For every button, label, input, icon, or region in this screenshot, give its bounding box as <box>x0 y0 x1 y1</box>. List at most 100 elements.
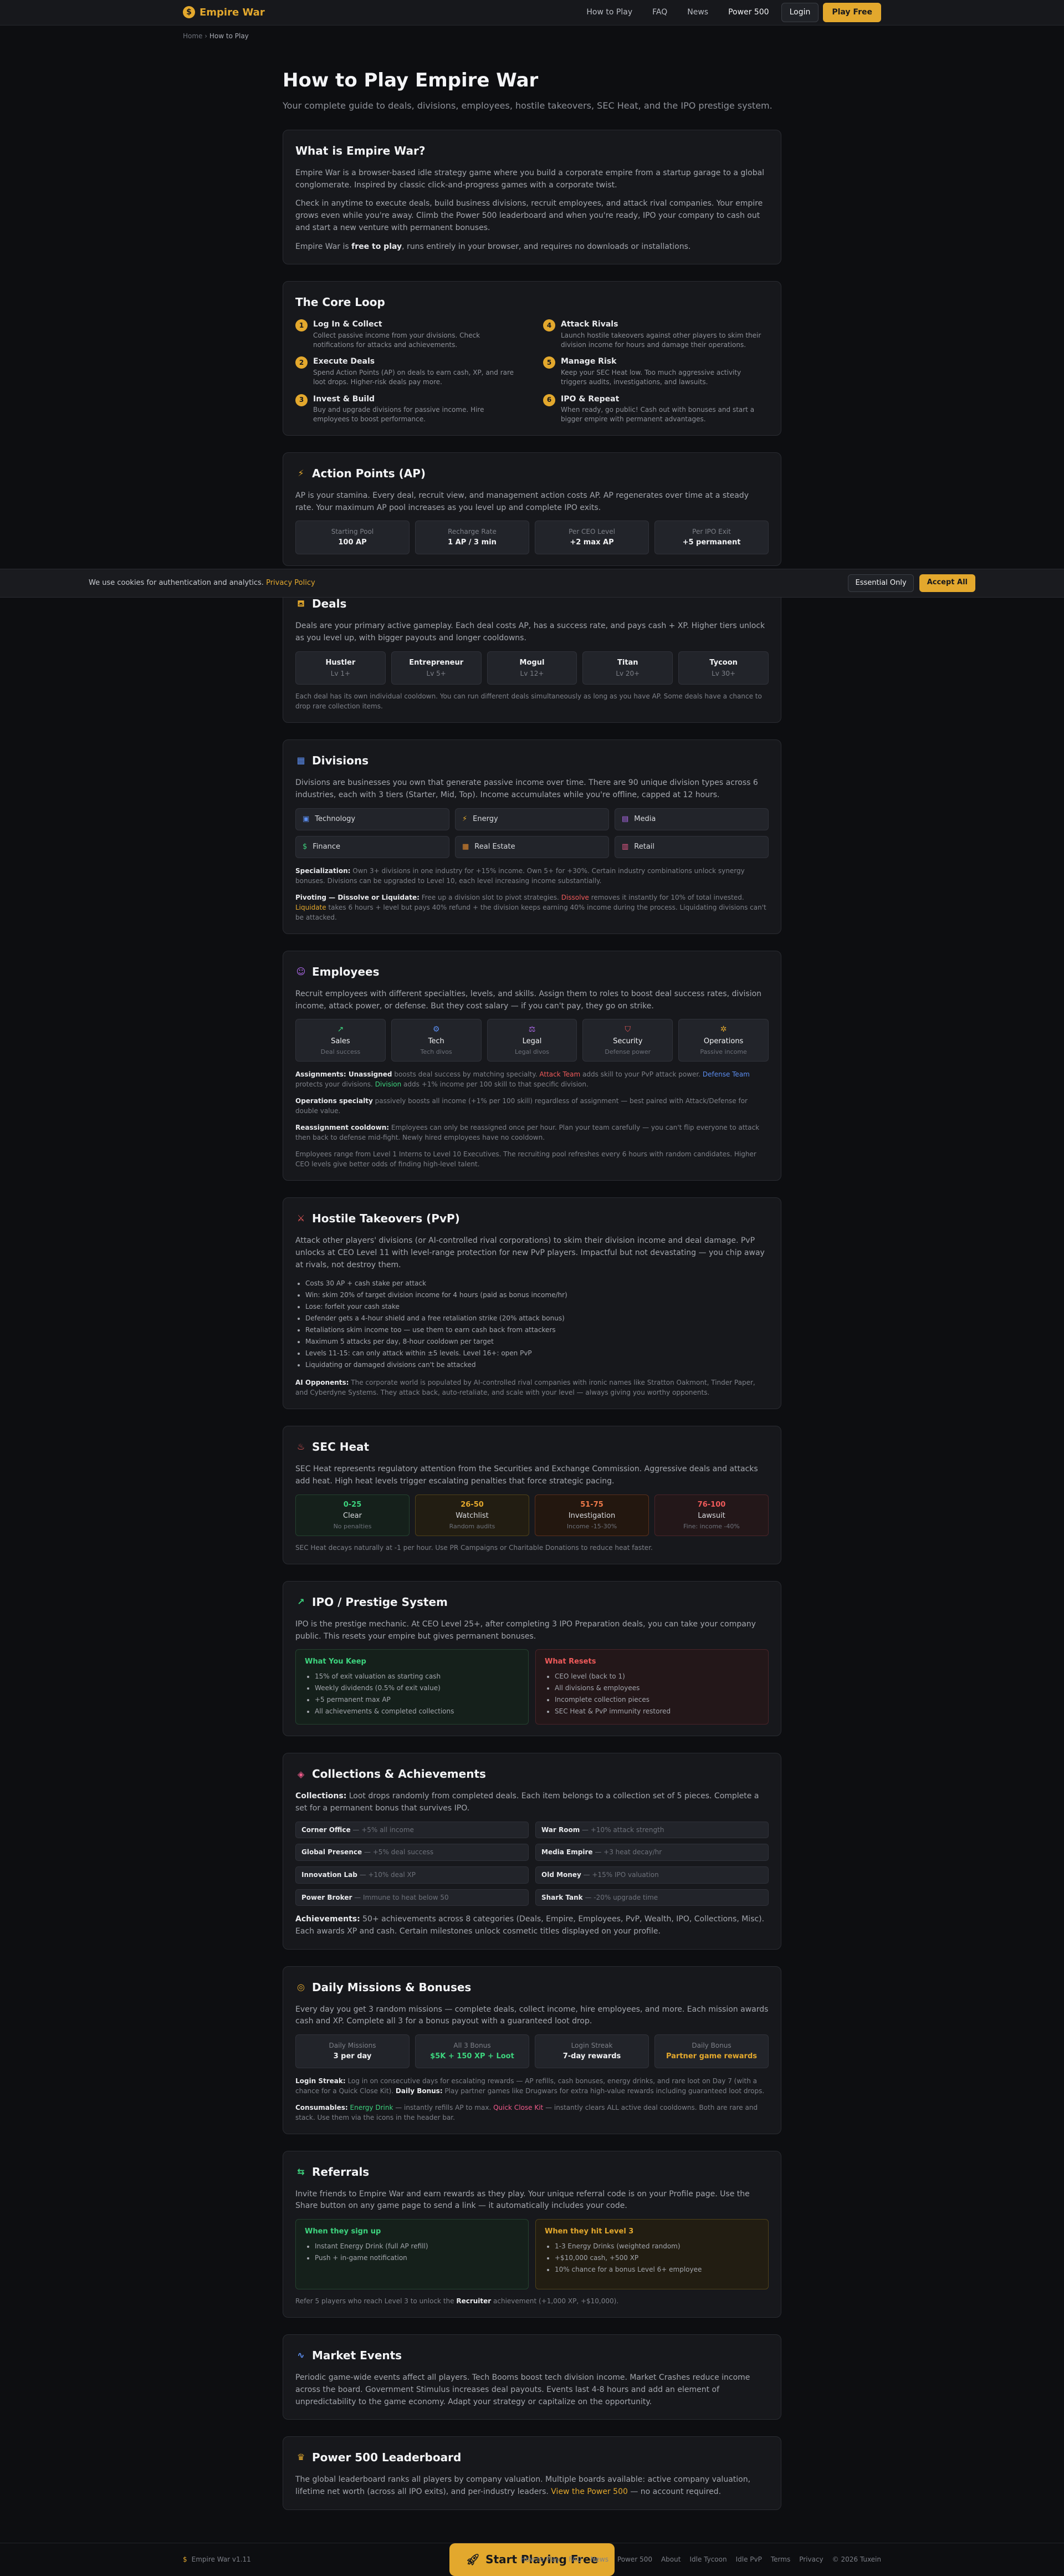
step-number: 6 <box>543 394 555 406</box>
reset-list: CEO level (back to 1) All divisions & em… <box>545 1671 759 1717</box>
quick-close-kit-text: Quick Close Kit <box>493 2103 544 2111</box>
step-number: 2 <box>295 356 308 369</box>
footer-link-terms[interactable]: Terms <box>771 2554 790 2565</box>
essential-only-button[interactable]: Essential Only <box>848 574 914 593</box>
heat-level-watchlist: 26-50 Watchlist Random audits <box>415 1494 529 1536</box>
text: Empire War is <box>295 242 352 251</box>
nav-link-power-500[interactable]: Power 500 <box>720 3 777 22</box>
role-desc: Tech divos <box>420 1048 452 1056</box>
text: removes it instantly for 10% of total in… <box>589 893 744 901</box>
footer-link-idle-tycoon[interactable]: Idle Tycoon <box>689 2554 727 2565</box>
login-button[interactable]: Login <box>781 2 819 23</box>
market-events-heading: ∿ Market Events <box>295 2347 769 2364</box>
breadcrumb-home[interactable]: Home <box>183 32 202 40</box>
nav-link-faq[interactable]: FAQ <box>644 3 675 22</box>
collections-card: ◈ Collections & Achievements Collections:… <box>283 1753 781 1950</box>
heat-name: Clear <box>343 1511 362 1520</box>
sec-heat-heading: ♨ SEC Heat <box>295 1439 769 1456</box>
industry-media: ▤ Media <box>615 808 769 830</box>
stat-value: 7-day rewards <box>562 2052 621 2060</box>
stat-value: Partner game rewards <box>666 2052 758 2060</box>
set-name: Media Empire <box>541 1848 593 1856</box>
stat-value: 100 AP <box>338 538 367 547</box>
stat-label: All 3 Bonus <box>453 2041 491 2049</box>
heat-effect: No penalties <box>333 1522 372 1530</box>
stat-box: Daily Missions 3 per day <box>295 2034 410 2068</box>
stat-value: +2 max AP <box>570 538 614 547</box>
what-is-p2: Check in anytime to execute deals, build… <box>295 199 763 232</box>
stat-label: Per IPO Exit <box>692 528 731 536</box>
ipo-heading: ↗ IPO / Prestige System <box>295 1594 769 1611</box>
heat-range: 51-75 <box>580 1500 603 1509</box>
tier-level: Lv 30+ <box>712 669 736 677</box>
role-sales: ↗ Sales Deal success <box>295 1019 386 1062</box>
liquidate-text: Liquidate <box>295 903 326 911</box>
footer-link-idle-pvp[interactable]: Idle PvP <box>736 2554 762 2565</box>
footer-link-faq[interactable]: FAQ <box>569 2554 581 2565</box>
collection-set: Media Empire — +3 heat decay/hr <box>535 1844 769 1861</box>
action-points-card: ⚡ Action Points (AP) AP is your stamina. … <box>283 452 781 567</box>
set-name: Power Broker <box>301 1893 352 1901</box>
list-item: Win: skim 20% of target division income … <box>305 1289 769 1301</box>
tier-name: Entrepreneur <box>409 658 464 667</box>
list-item: Defender gets a 4-hour shield and a free… <box>305 1313 769 1324</box>
stat-label: Per CEO Level <box>569 528 615 536</box>
stat-box: Starting Pool 100 AP <box>295 521 410 555</box>
step-number: 1 <box>295 319 308 332</box>
streak-note: Login Streak: Log in on consecutive days… <box>295 2076 769 2096</box>
divisions-card: ▦ Divisions Divisions are businesses you … <box>283 739 781 934</box>
ipo-columns: What You Keep 15% of exit valuation as s… <box>295 1649 769 1725</box>
footer: $ Empire War v1.11 How to Play FAQ News P… <box>0 2542 1064 2576</box>
text: The corporate world is populated by AI-c… <box>295 1379 755 1397</box>
heading-text: Collections & Achievements <box>312 1767 486 1781</box>
signup-rewards-box: When they sign up Instant Energy Drink (… <box>295 2219 529 2290</box>
referrals-desc: Invite friends to Empire War and earn re… <box>295 2189 750 2211</box>
footer-links: How to Play FAQ News Power 500 About Idl… <box>520 2554 881 2565</box>
accept-all-button[interactable]: Accept All <box>919 574 975 593</box>
swords-icon: ⚔ <box>296 1213 305 1224</box>
play-free-button[interactable]: Play Free <box>823 2 881 23</box>
heat-name: Lawsuit <box>698 1511 725 1520</box>
ai-opponents-note: AI Opponents: The corporate world is pop… <box>295 1378 769 1397</box>
view-power-500-link[interactable]: View the Power 500 <box>551 2487 628 2496</box>
list-item: SEC Heat & PvP immunity restored <box>555 1706 759 1717</box>
ap-stats: Starting Pool 100 AP Recharge Rate 1 AP / … <box>295 521 769 555</box>
role-desc: Legal divos <box>514 1048 549 1056</box>
loop-item-title: Attack Rivals <box>561 320 618 329</box>
role-security: ⛉ Security Defense power <box>582 1019 673 1062</box>
heat-effect: Fine: income -40% <box>683 1522 740 1530</box>
privacy-policy-link[interactable]: Privacy Policy <box>266 579 315 587</box>
list-item: CEO level (back to 1) <box>555 1671 759 1682</box>
tier-level: Lv 5+ <box>426 669 446 677</box>
employees-heading: ☺ Employees <box>295 963 769 981</box>
sec-heat-desc: SEC Heat represents regulatory attention… <box>295 1465 758 1486</box>
nav-link-news[interactable]: News <box>679 3 716 22</box>
footer-link-power-500[interactable]: Power 500 <box>617 2554 652 2565</box>
step-number: 4 <box>543 319 555 332</box>
footer-link-news[interactable]: News <box>591 2554 608 2565</box>
heat-range: 0-25 <box>343 1500 362 1509</box>
page-title: How to Play Empire War <box>283 69 539 91</box>
defense-team-text: Defense Team <box>702 1070 750 1079</box>
footer-link-privacy[interactable]: Privacy <box>799 2554 823 2565</box>
text: , runs entirely in your browser, and req… <box>402 242 691 251</box>
what-is-p3: Empire War is free to play, runs entirel… <box>295 241 769 253</box>
attack-team-text: Attack Team <box>539 1070 581 1079</box>
sec-heat-card: ♨ SEC Heat SEC Heat represents regulatory… <box>283 1426 781 1564</box>
brand-logo[interactable]: $ Empire War <box>183 5 265 21</box>
label: Assignments: <box>295 1070 349 1079</box>
stat-value: +5 permanent <box>682 538 741 547</box>
footer-link-about[interactable]: About <box>661 2554 681 2565</box>
role-desc: Passive income <box>700 1048 747 1056</box>
specialization-note: Specialization: Own 3+ divisions in one … <box>295 866 769 886</box>
list-item: Retaliations skim income too — use them … <box>305 1324 769 1336</box>
deals-heading: ⛾ Deals <box>295 595 769 613</box>
collection-sets: Corner Office — +5% all income War Room … <box>295 1821 769 1906</box>
footer-link-how-to-play[interactable]: How to Play <box>520 2554 560 2565</box>
heat-range: 76-100 <box>697 1500 726 1509</box>
gear-icon: ⚙ <box>432 1025 440 1034</box>
collections-desc: Collections: Loot drops randomly from co… <box>295 1791 769 1814</box>
nav-link-how-to-play[interactable]: How to Play <box>579 3 640 22</box>
industry-retail: ▥ Retail <box>615 835 769 858</box>
action-points-desc: AP is your stamina. Every deal, recruit … <box>295 491 749 512</box>
